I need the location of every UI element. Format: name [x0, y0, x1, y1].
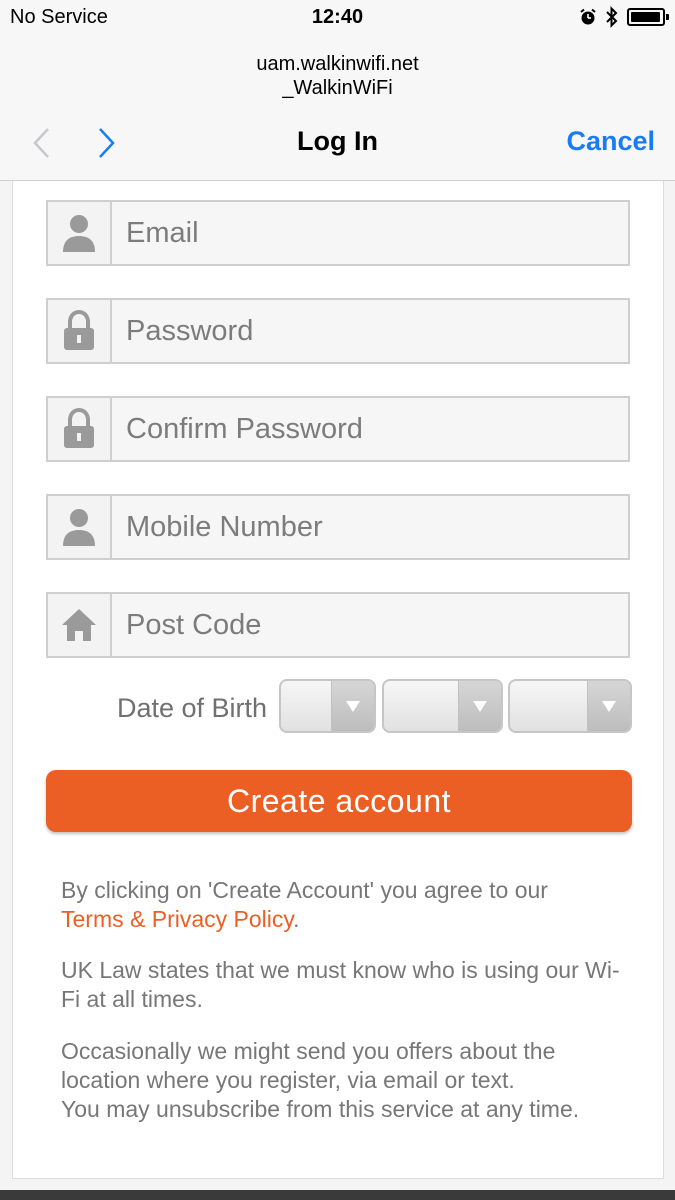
dob-month-select[interactable]	[382, 679, 503, 733]
post-code-field	[46, 592, 630, 658]
post-code-input[interactable]	[112, 594, 628, 656]
dob-year-select[interactable]	[508, 679, 632, 733]
terms-period: .	[293, 906, 300, 932]
bottom-edge	[0, 1190, 675, 1200]
status-icons	[579, 6, 669, 28]
url-domain: uam.walkinwifi.net	[256, 53, 419, 75]
url-page-title: _WalkinWiFi	[282, 77, 393, 99]
terms-notice: By clicking on 'Create Account' you agre…	[61, 876, 631, 934]
home-icon	[48, 594, 112, 656]
password-input[interactable]	[112, 300, 628, 362]
signup-form: Date of Birth Create account By clicking…	[12, 181, 664, 1179]
mobile-number-input[interactable]	[112, 496, 628, 558]
user-icon	[48, 496, 112, 558]
dropdown-caret-icon	[331, 681, 374, 731]
dropdown-caret-icon	[587, 681, 630, 731]
status-time: 12:40	[311, 6, 364, 28]
url-bar[interactable]: uam.walkinwifi.net _WalkinWiFi	[0, 36, 675, 106]
status-bar: No Service 12:40	[0, 0, 675, 36]
lock-icon	[48, 398, 112, 460]
date-of-birth-label: Date of Birth	[117, 693, 268, 723]
user-icon	[48, 202, 112, 264]
dropdown-caret-icon	[458, 681, 501, 731]
confirm-password-input[interactable]	[112, 398, 628, 460]
battery-icon	[627, 8, 669, 26]
create-account-button[interactable]: Create account	[46, 770, 632, 832]
cancel-button[interactable]: Cancel	[566, 126, 655, 157]
alarm-icon	[579, 8, 597, 26]
offers-notice: Occasionally we might send you offers ab…	[61, 1037, 631, 1124]
email-field	[46, 200, 630, 266]
mobile-number-field	[46, 494, 630, 560]
uk-law-notice: UK Law states that we must know who is u…	[61, 957, 620, 1012]
dob-day-select[interactable]	[279, 679, 376, 733]
password-field	[46, 298, 630, 364]
terms-agree-text: By clicking on 'Create Account' you agre…	[61, 877, 548, 903]
email-input[interactable]	[112, 202, 628, 264]
confirm-password-field	[46, 396, 630, 462]
terms-privacy-link[interactable]: Terms & Privacy Policy	[61, 906, 293, 932]
navigation-bar: Log In Cancel	[0, 106, 675, 181]
lock-icon	[48, 300, 112, 362]
unsubscribe-text: You may unsubscribe from this service at…	[61, 1096, 580, 1122]
bluetooth-icon	[605, 6, 619, 28]
offers-text: Occasionally we might send you offers ab…	[61, 1038, 556, 1093]
